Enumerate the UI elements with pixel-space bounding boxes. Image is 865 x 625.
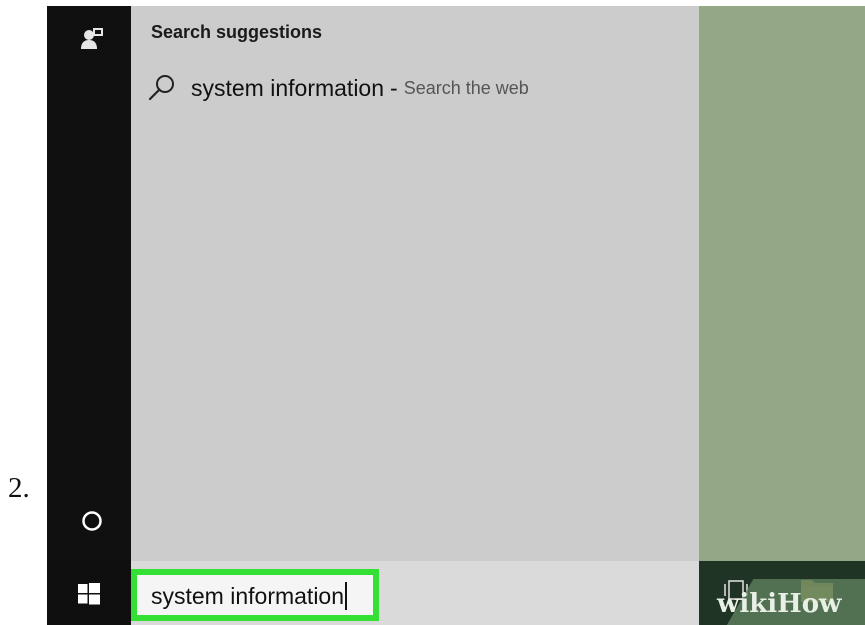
user-icon[interactable] <box>80 26 104 50</box>
search-suggestions-heading: Search suggestions <box>151 22 323 42</box>
taskbar: system information wikiHow <box>47 561 865 625</box>
step-number: 2. <box>8 472 30 504</box>
text-cursor <box>345 582 348 610</box>
suggestion-separator: - <box>390 74 398 101</box>
windows-screen: Search suggestions system information - … <box>47 6 865 625</box>
wikihow-watermark: wikiHow <box>717 589 842 619</box>
suggestion-action: Search the web <box>403 77 529 98</box>
cortana-circle-icon[interactable] <box>81 510 103 532</box>
search-icon <box>148 75 174 101</box>
search-input[interactable]: system information <box>151 582 348 610</box>
start-button[interactable] <box>47 561 131 625</box>
windows-icon <box>78 583 100 605</box>
search-results-panel: Search suggestions system information - … <box>131 6 699 561</box>
taskbar-search-box[interactable]: system information <box>131 569 379 621</box>
search-input-value: system information <box>151 583 345 609</box>
screenshot-stage: 2. Search suggestions system information… <box>0 0 865 625</box>
desktop-background <box>699 6 865 561</box>
taskbar-apps: wikiHow <box>699 561 865 625</box>
suggestion-query: system information <box>191 74 385 101</box>
web-search-suggestion[interactable]: system information - Search the web <box>143 66 683 110</box>
start-menu-rail <box>47 6 131 561</box>
